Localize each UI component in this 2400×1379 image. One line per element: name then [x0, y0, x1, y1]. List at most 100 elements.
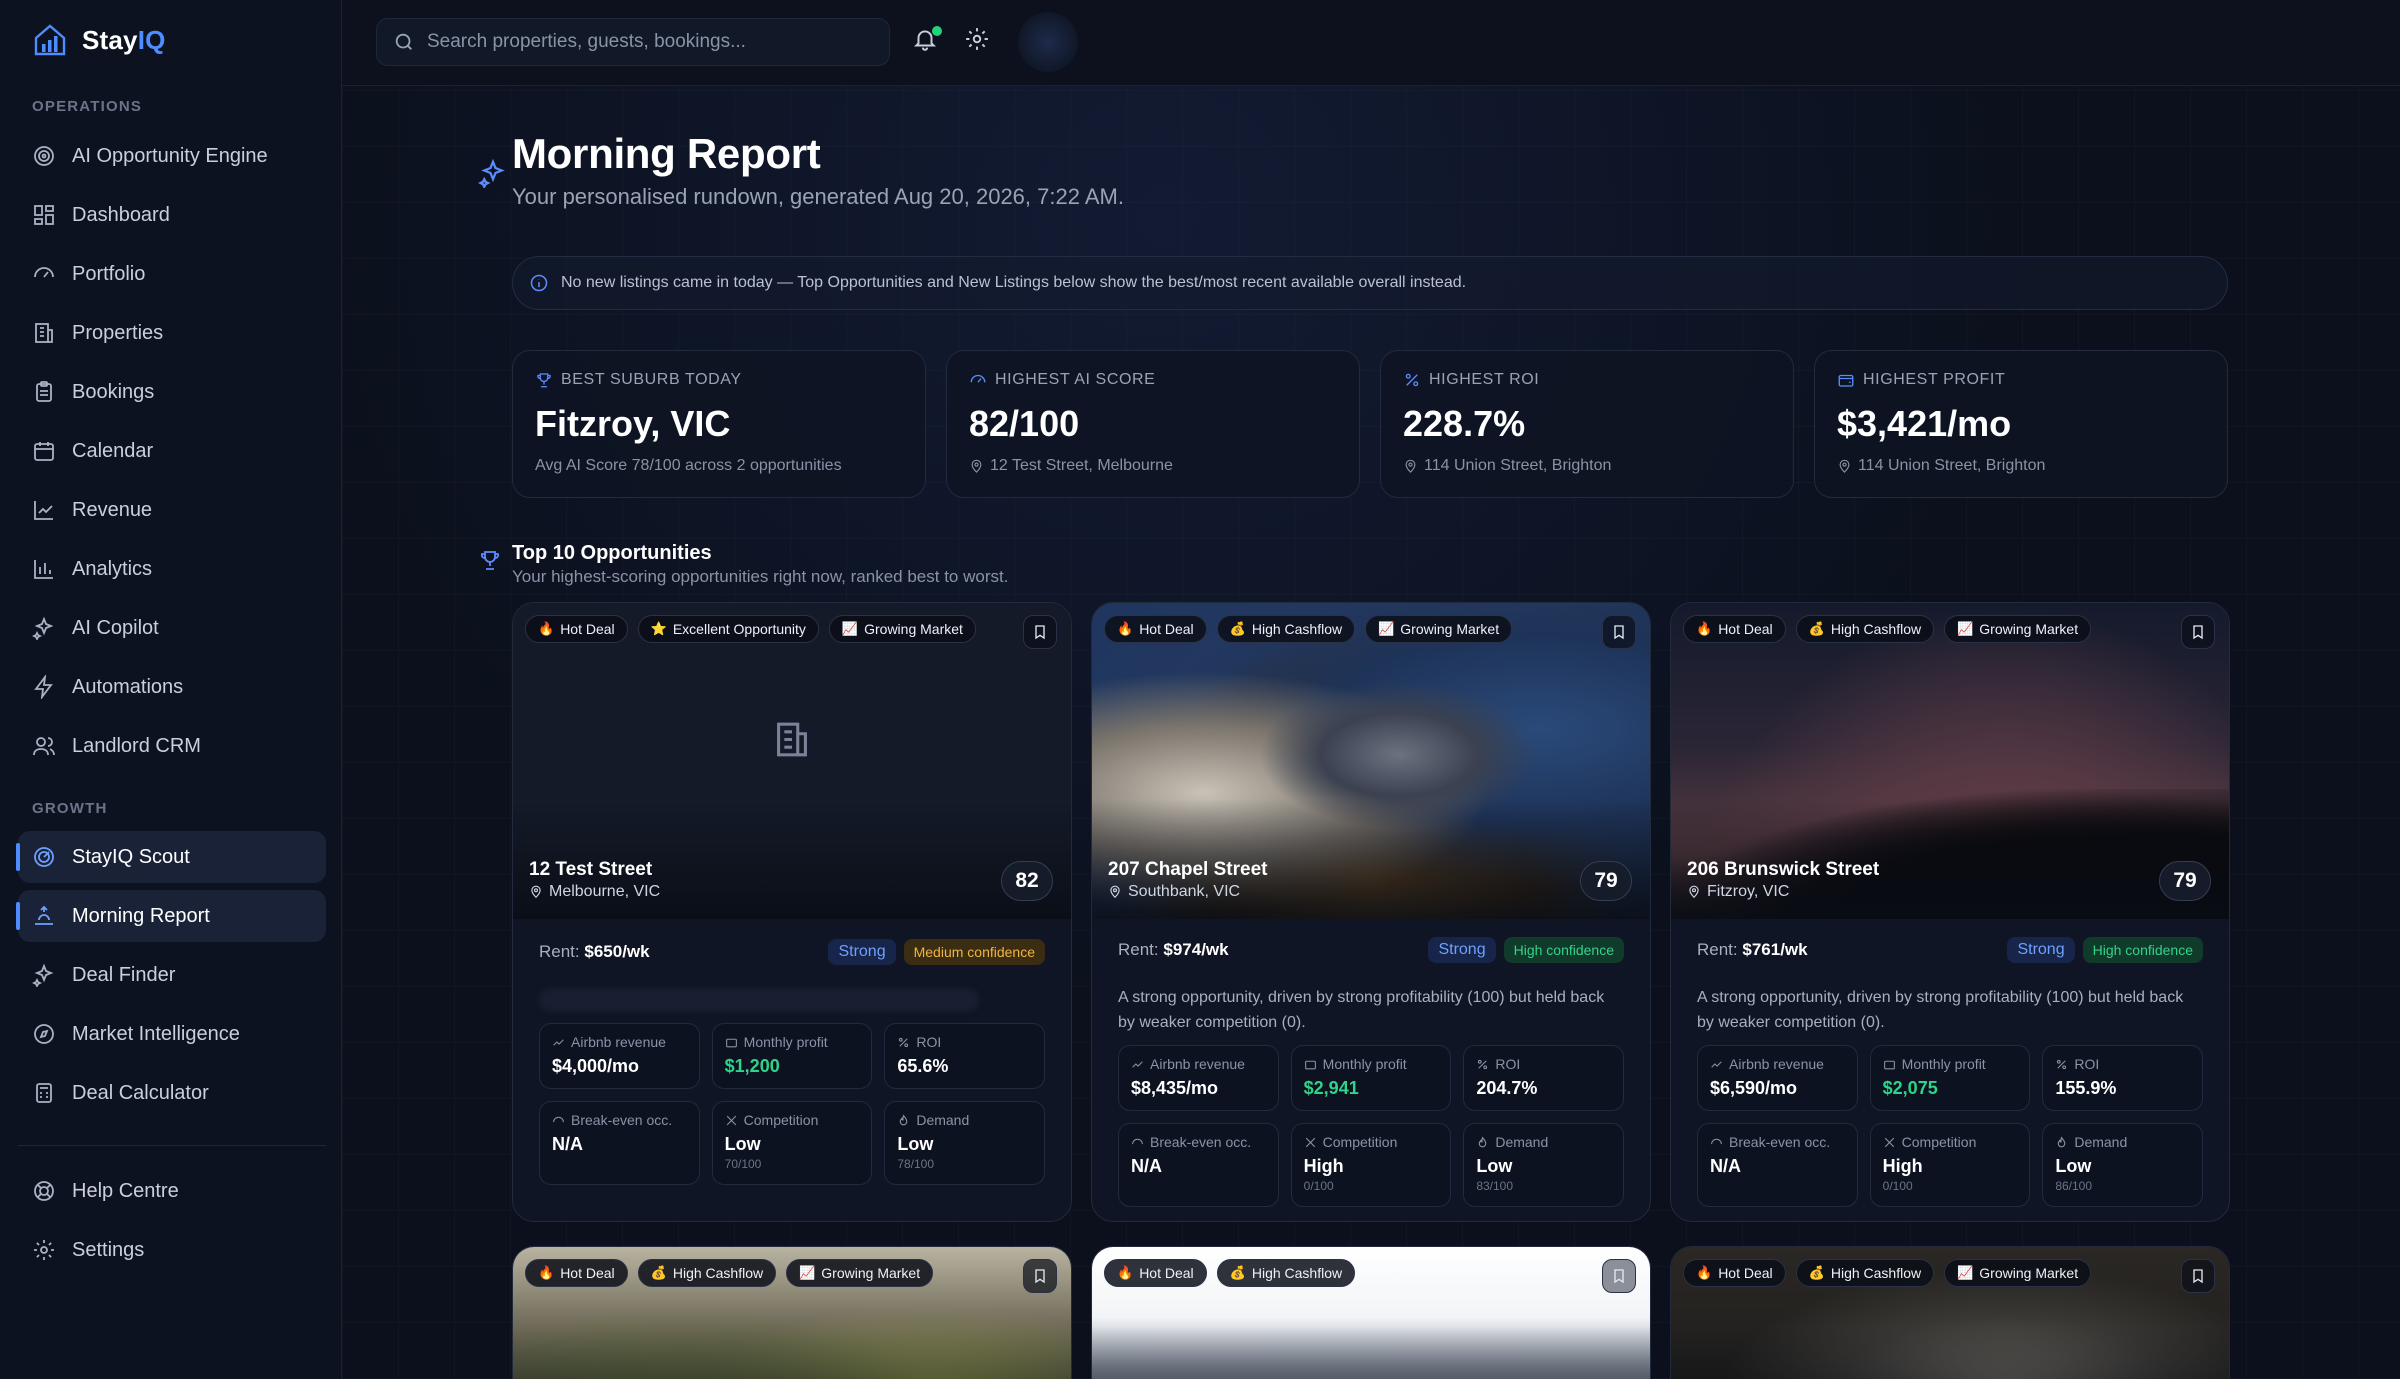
pin-icon: [531, 885, 541, 899]
users-icon: [33, 737, 55, 756]
flame-icon: [900, 1113, 908, 1125]
sidebar-item-revenue[interactable]: Revenue: [18, 484, 326, 536]
money-bag-icon: 💰: [1808, 1265, 1825, 1280]
sidebar-item-properties[interactable]: Properties: [18, 307, 326, 359]
bookmark-button[interactable]: [2181, 615, 2215, 649]
bookmark-button[interactable]: [1602, 615, 1636, 649]
stat-cards: BEST SUBURB TODAY Fitzroy, VIC Avg AI Sc…: [512, 350, 2228, 498]
sidebar-item-analytics[interactable]: Analytics: [18, 543, 326, 595]
chip: 🔥 Hot Deal: [1683, 1259, 1786, 1287]
pin-icon: [1689, 885, 1699, 899]
card-chips: 🔥 Hot Deal 💰 High Cashflow 📈 Growing Market: [525, 1259, 934, 1287]
sidebar-item-dashboard[interactable]: Dashboard: [18, 189, 326, 241]
sidebar-item-landlord-crm[interactable]: Landlord CRM: [18, 720, 326, 772]
bookmark-icon: [1035, 1269, 1045, 1284]
opportunity-card[interactable]: 🔥 Hot Deal 💰 High Cashflow: [1091, 1246, 1651, 1379]
card-description: A strong opportunity, driven by strong p…: [1118, 989, 1605, 1031]
opportunity-card[interactable]: 🔥 Hot Deal 💰 High Cashflow 📈 Growing Market…: [1670, 602, 2230, 1222]
chip: 🔥 Hot Deal: [1104, 615, 1207, 643]
sidebar-item-label: StayIQ Scout: [72, 845, 190, 868]
strength-tag: Strong: [1428, 937, 1496, 963]
street: 12 Test Street: [529, 859, 653, 880]
opportunity-card[interactable]: 🔥 Hot Deal ⭐ Excellent Opportunity 📈 Growin…: [512, 602, 1072, 1222]
info-icon: [530, 274, 548, 292]
stat-card-highest-profit: HIGHEST PROFIT $3,421/mo 114 Union Stree…: [1814, 350, 2228, 498]
sidebar-item-morning-report[interactable]: Morning Report: [16, 890, 326, 942]
building-icon: [769, 717, 815, 768]
percent-icon: [899, 1037, 909, 1047]
card-chips: 🔥 Hot Deal 💰 High Cashflow 📈 Growing Market: [1683, 1259, 2092, 1287]
sidebar-item-bookings[interactable]: Bookings: [18, 366, 326, 418]
page-title: Morning Report: [512, 130, 821, 177]
bookmark-button[interactable]: [1023, 615, 1057, 649]
card-chips: 🔥 Hot Deal ⭐ Excellent Opportunity 📈 Growin…: [525, 615, 976, 643]
fire-icon: 🔥: [538, 1265, 555, 1280]
sidebar-item-stayiq-scout[interactable]: StayIQ Scout: [16, 831, 326, 883]
metric-airbnb-revenue: Airbnb revenue $6,590/mo: [1697, 1045, 1858, 1111]
sunrise-icon: [35, 905, 53, 925]
settings-button[interactable]: [964, 26, 996, 58]
sidebar-item-help-centre[interactable]: Help Centre: [18, 1165, 326, 1217]
sidebar-item-label: Deal Calculator: [72, 1081, 209, 1104]
trend-icon: [553, 1038, 564, 1046]
bookmark-button[interactable]: [1602, 1259, 1636, 1293]
card-address: 206 Brunswick Street Fitzroy, VIC: [1687, 859, 1879, 901]
card-body: Rent: $650/wk Strong Medium confidence A…: [513, 919, 1071, 1221]
calendar-icon: [34, 442, 54, 461]
search-box[interactable]: [376, 18, 890, 66]
bar-chart-icon: [34, 560, 53, 579]
ai-score-badge: 79: [1580, 861, 1632, 901]
sidebar-item-label: Analytics: [72, 557, 153, 580]
sidebar-item-ai-copilot[interactable]: AI Copilot: [18, 602, 326, 654]
bookmark-icon: [1614, 1269, 1624, 1284]
chart-up-icon: 📈: [799, 1265, 816, 1280]
metric-monthly-profit: Monthly profit $2,075: [1869, 1045, 2031, 1111]
notice-text: No new listings came in today — Top Oppo…: [561, 274, 1467, 291]
search-icon: [395, 33, 412, 50]
chart-up-icon: 📈: [1957, 1265, 1974, 1280]
sidebar-item-ai-opportunity-engine[interactable]: AI Opportunity Engine: [18, 130, 326, 182]
sidebar-item-deal-calculator[interactable]: Deal Calculator: [18, 1067, 326, 1119]
gauge-icon: [1132, 1138, 1143, 1144]
stat-label: HIGHEST AI SCORE: [995, 371, 1156, 388]
metric-airbnb-revenue: Airbnb revenue $4,000/mo: [539, 1023, 700, 1089]
growth-label: GROWTH: [32, 800, 108, 817]
sparkle-icon: [32, 963, 54, 987]
sidebar-item-deal-finder[interactable]: Deal Finder: [18, 949, 326, 1001]
card-description: A strong opportunity, driven by strong p…: [1697, 989, 2184, 1031]
avatar[interactable]: [1018, 12, 1078, 72]
metric-demand: Demand Low 78/100: [884, 1101, 1045, 1185]
notifications-button[interactable]: [912, 26, 944, 58]
sidebar-item-calendar[interactable]: Calendar: [18, 425, 326, 477]
opportunity-card[interactable]: 🔥 Hot Deal 💰 High Cashflow 📈 Growing Market…: [1091, 602, 1651, 1222]
section-title: Top 10 Opportunities: [512, 542, 712, 564]
opportunity-card[interactable]: 🔥 Hot Deal 💰 High Cashflow 📈 Growing Market: [512, 1246, 1072, 1379]
main-content: Morning Report Your personalised rundown…: [342, 86, 2400, 1379]
bolt-icon: [34, 675, 53, 699]
city: Fitzroy, VIC: [1707, 883, 1790, 900]
metric-break-even: Break-even occ. N/A: [539, 1101, 700, 1185]
chip: 🔥 Hot Deal: [1104, 1259, 1207, 1287]
stat-value: Fitzroy, VIC: [535, 403, 731, 444]
search-input[interactable]: [427, 31, 867, 53]
bookmark-button[interactable]: [2181, 1259, 2215, 1293]
wallet-icon: [1838, 374, 1854, 387]
wallet-icon: [1883, 1060, 1895, 1069]
bookmark-button[interactable]: [1023, 1259, 1057, 1293]
wallet-icon: [725, 1038, 737, 1047]
sidebar-item-settings[interactable]: Settings: [18, 1224, 326, 1276]
trophy-icon: [478, 548, 502, 572]
sidebar-item-market-intelligence[interactable]: Market Intelligence: [18, 1008, 326, 1060]
city: Southbank, VIC: [1128, 883, 1241, 900]
chip: 💰 High Cashflow: [1216, 615, 1356, 643]
chip: 🔥 Hot Deal: [525, 615, 628, 643]
opportunity-card[interactable]: 🔥 Hot Deal 💰 High Cashflow 📈 Growing Market: [1670, 1246, 2230, 1379]
metric-monthly-profit: Monthly profit $1,200: [711, 1023, 873, 1089]
sidebar-item-portfolio[interactable]: Portfolio: [18, 248, 326, 300]
card-body: Rent: $974/wk Strong High confidence A s…: [1092, 919, 1650, 1221]
brand[interactable]: StayIQ: [30, 20, 166, 60]
gauge-icon: [34, 267, 54, 278]
sidebar-item-label: Dashboard: [72, 203, 170, 226]
sidebar-item-automations[interactable]: Automations: [18, 661, 326, 713]
gear-icon: [34, 1240, 54, 1260]
